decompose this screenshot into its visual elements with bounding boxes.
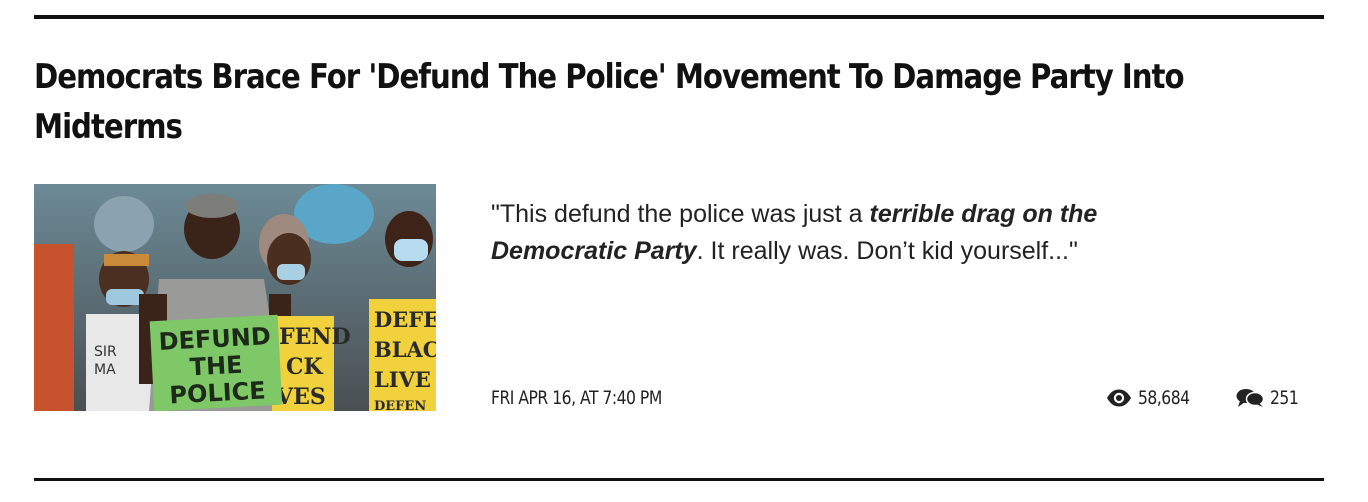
protest-photo: SIR MA FEND CK VES DEFEN BLAC LIVE DEFEN [34, 184, 436, 411]
excerpt-text-start: "This defund the police was just a [491, 200, 870, 228]
speech-bubbles-icon [1236, 389, 1264, 407]
excerpt-emphasis-1: terrible drag on the [869, 200, 1098, 228]
yellow-sign-right-line-1: DEFEN [374, 307, 436, 332]
yellow-sign-left-line-3: VES [275, 384, 326, 410]
green-sign-line-1: DEFUND [158, 322, 272, 356]
yellow-sign-right: DEFEN BLAC LIVE DEFEN [369, 299, 436, 411]
green-sign: DEFUND THE POLICE [149, 314, 283, 411]
yellow-sign-right-line-2: BLAC [374, 337, 436, 362]
article-title-line-2[interactable]: Midterms [34, 102, 1066, 152]
comment-count-value[interactable]: 251 [1270, 387, 1299, 409]
excerpt-text-end: . It really was. Don’t kid yourself..." [696, 237, 1078, 265]
green-sign-line-3: POLICE [169, 376, 267, 409]
top-divider [34, 15, 1324, 19]
article-thumbnail[interactable]: SIR MA FEND CK VES DEFEN BLAC LIVE DEFEN [34, 184, 436, 411]
article-title-line-1[interactable]: Democrats Brace For 'Defund The Police' … [34, 52, 1185, 102]
shirt-text-1: SIR [94, 344, 117, 360]
article-excerpt[interactable]: "This defund the police was just a terri… [491, 196, 1251, 270]
article-date: FRI APR 16, AT 7:40 PM [491, 387, 662, 409]
yellow-sign-left-line-2: CK [286, 354, 324, 380]
bottom-divider [34, 478, 1324, 481]
eye-icon [1107, 389, 1131, 407]
excerpt-emphasis-2: Democratic Party [491, 237, 697, 265]
view-count-value: 58,684 [1138, 387, 1190, 409]
article-title[interactable]: Democrats Brace For 'Defund The Police' … [34, 52, 1185, 152]
shirt-text-2: MA [94, 362, 116, 378]
yellow-sign-left-line-1: FEND [279, 324, 351, 350]
green-sign-line-2: THE [189, 351, 243, 382]
yellow-sign-right-line-4: DEFEN [374, 399, 426, 411]
yellow-sign-right-line-3: LIVE [374, 367, 431, 392]
comment-count[interactable]: 251 [1236, 387, 1304, 409]
view-count: 58,684 [1106, 387, 1201, 409]
